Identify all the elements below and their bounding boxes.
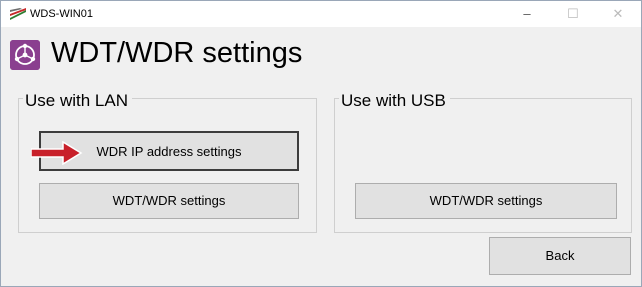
back-button[interactable]: Back <box>489 237 631 275</box>
lan-group-label: Use with LAN <box>23 91 132 111</box>
page-title: WDT/WDR settings <box>51 37 303 69</box>
window-title: WDS-WIN01 <box>30 8 93 20</box>
app-window: WDS-WIN01 – ☐ ✕ WDT/WDR settings Use wit… <box>0 0 642 287</box>
minimize-button[interactable]: – <box>504 1 550 27</box>
network-settings-icon <box>10 40 40 70</box>
red-arrow-icon <box>31 141 83 165</box>
usb-wdt-wdr-settings-button[interactable]: WDT/WDR settings <box>355 183 617 219</box>
app-icon <box>10 8 26 20</box>
lan-wdt-wdr-settings-button[interactable]: WDT/WDR settings <box>39 183 299 219</box>
maximize-button[interactable]: ☐ <box>550 1 596 27</box>
title-bar: WDS-WIN01 – ☐ ✕ <box>1 1 641 27</box>
close-button[interactable]: ✕ <box>595 1 641 27</box>
usb-group-label: Use with USB <box>339 91 450 111</box>
